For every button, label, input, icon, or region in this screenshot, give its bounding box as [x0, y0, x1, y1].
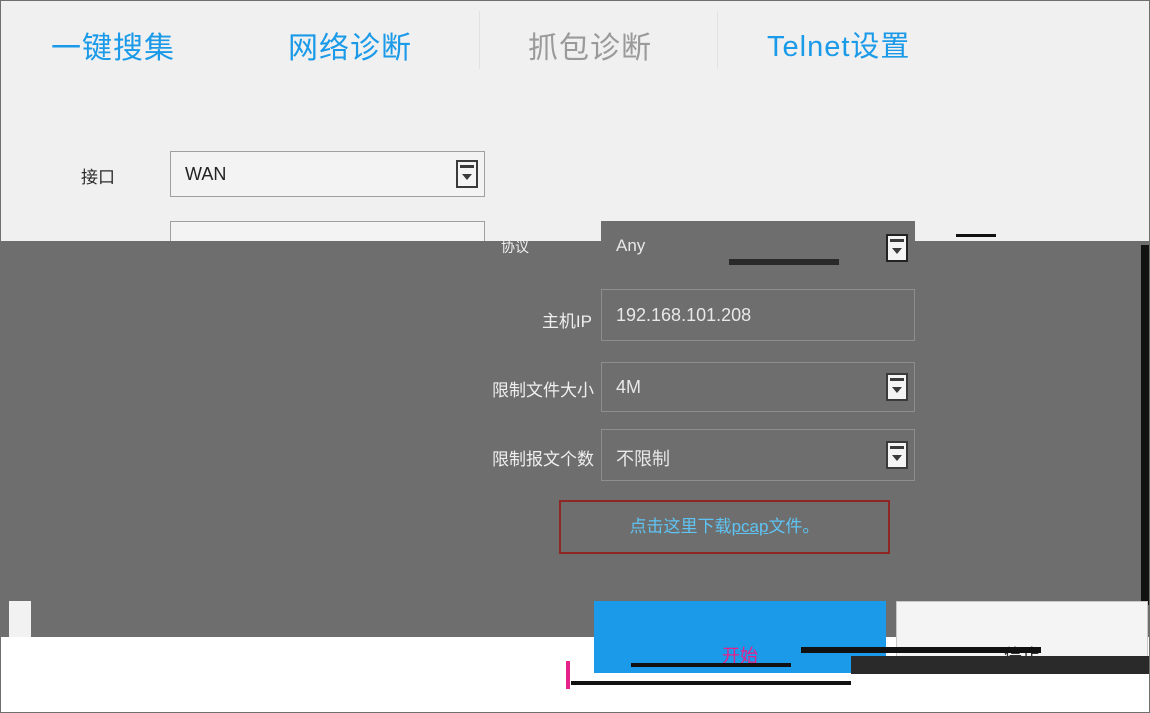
tab-divider: [717, 11, 718, 69]
chevron-down-icon[interactable]: [886, 234, 908, 262]
divider-fragment: [956, 234, 996, 237]
packet-count-select[interactable]: 不限制: [601, 429, 915, 481]
chevron-down-icon[interactable]: [456, 160, 478, 188]
glitch-fragment: [571, 681, 851, 685]
packet-capture-panel: 一键搜集 网络诊断 抓包诊断 Telnet设置 接口 WAN 协议 Any 主机…: [0, 0, 1150, 713]
download-text-before: 点击这里下载: [629, 517, 732, 536]
host-ip-label: 主机IP: [541, 312, 592, 331]
pcap-link-text[interactable]: pcap: [732, 517, 769, 536]
file-size-select[interactable]: 4M: [601, 362, 915, 412]
protocol-value: Any: [616, 236, 646, 255]
download-pcap-link[interactable]: 点击这里下载pcap文件。: [559, 500, 890, 554]
interface-label: 接口: [81, 168, 115, 187]
interface-value: WAN: [185, 164, 227, 184]
edge-fragment: [9, 601, 31, 637]
host-ip-input[interactable]: 192.168.101.208: [601, 289, 915, 341]
glitch-fragment: [631, 663, 791, 667]
chevron-down-icon[interactable]: [886, 441, 908, 469]
glitch-fragment: [851, 656, 1149, 674]
diagnostic-tabs: 一键搜集 网络诊断 抓包诊断 Telnet设置: [1, 1, 1149, 81]
packet-count-label: 限制报文个数: [492, 450, 594, 469]
file-size-label: 限制文件大小: [492, 381, 594, 400]
file-size-value: 4M: [616, 377, 642, 397]
edge-fragment: [1141, 245, 1149, 605]
tab-one-click-collect[interactable]: 一键搜集: [51, 23, 175, 67]
tab-packet-capture[interactable]: 抓包诊断: [528, 23, 652, 67]
packet-count-value: 不限制: [616, 449, 670, 469]
interface-select[interactable]: WAN: [170, 151, 485, 197]
host-ip-value: 192.168.101.208: [616, 305, 752, 325]
chevron-down-icon[interactable]: [886, 373, 908, 401]
protocol-select-fragment: [170, 221, 485, 241]
protocol-label: 协议: [501, 239, 529, 255]
glitch-fragment: [566, 661, 570, 689]
tab-telnet-settings[interactable]: Telnet设置: [767, 23, 910, 65]
glitch-fragment: [801, 647, 1041, 653]
tab-divider: [479, 11, 480, 69]
divider-fragment: [729, 259, 839, 265]
download-text-after: 文件。: [768, 517, 820, 536]
capture-settings-band: 协议 Any 主机IP 192.168.101.208 限制文件大小 4M 限制…: [1, 221, 1149, 637]
tab-network-diagnosis[interactable]: 网络诊断: [288, 23, 412, 67]
